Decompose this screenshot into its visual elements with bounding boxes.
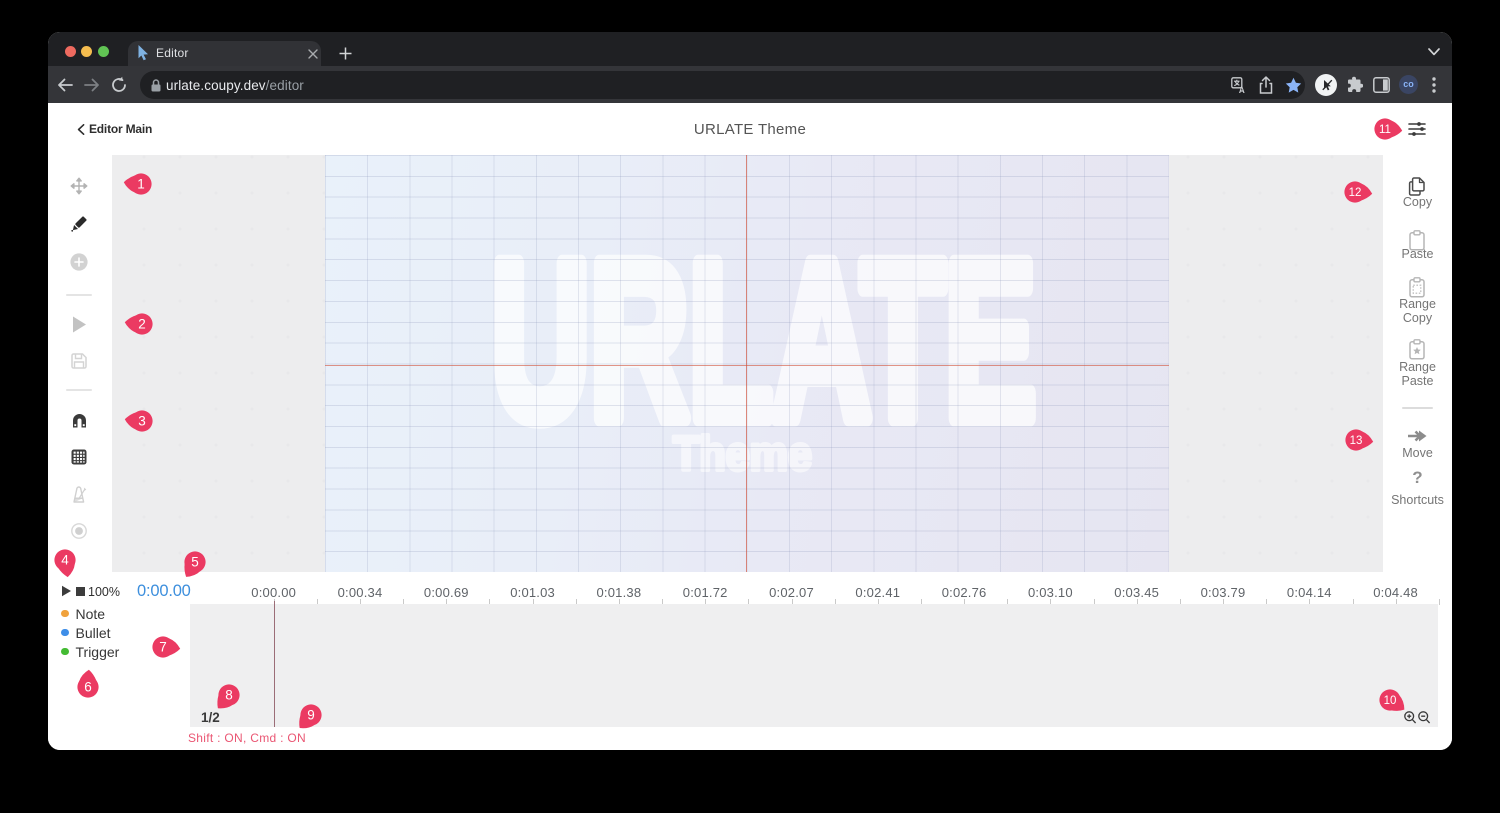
- svg-text:12: 12: [1349, 187, 1362, 199]
- svg-text:13: 13: [1350, 435, 1363, 447]
- svg-text:9: 9: [307, 708, 315, 723]
- svg-text:11: 11: [1379, 124, 1391, 136]
- svg-text:6: 6: [84, 680, 92, 695]
- svg-text:8: 8: [225, 688, 233, 703]
- svg-text:10: 10: [1383, 695, 1396, 707]
- svg-text:1: 1: [137, 176, 145, 191]
- svg-text:3: 3: [138, 413, 146, 428]
- svg-text:2: 2: [138, 317, 146, 332]
- svg-text:7: 7: [159, 639, 167, 654]
- svg-text:5: 5: [192, 555, 200, 570]
- svg-text:4: 4: [61, 553, 69, 568]
